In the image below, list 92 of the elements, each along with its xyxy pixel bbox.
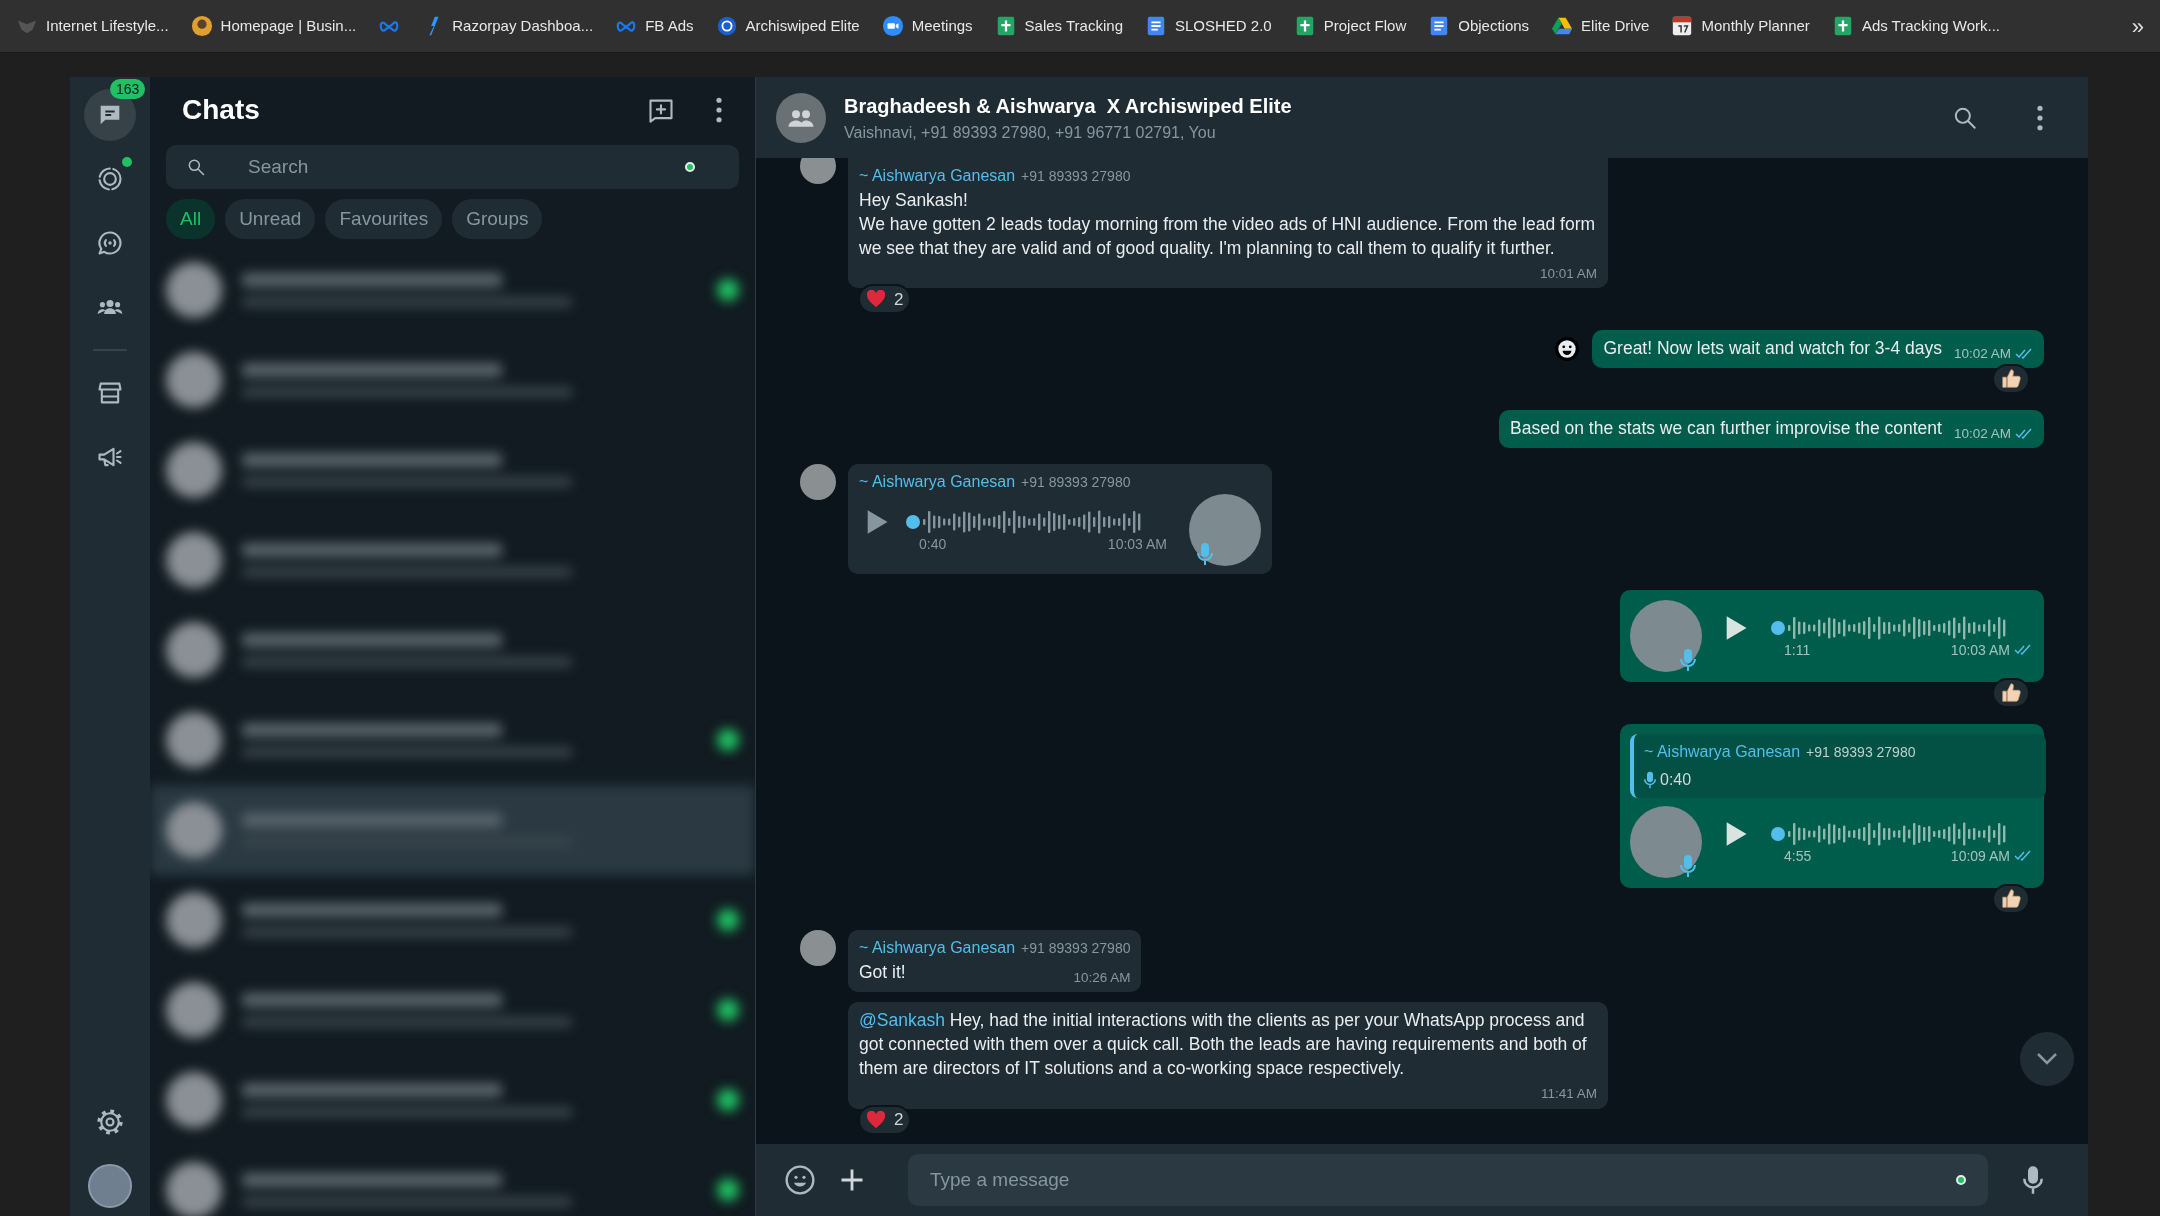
microphone-icon xyxy=(1644,771,1656,790)
search-icon xyxy=(186,157,206,177)
message-text: Hey Sankash! We have gotten 2 leads today morning from the video ads of HNI audience. From the lead form we see that they are valid and of good quality. I'm planning to call them to qualify it further. xyxy=(859,189,1597,260)
message-bubble[interactable]: Great! Now lets wait and watch for 3-4 days 10:02 AM xyxy=(1592,330,2044,369)
filter-chip[interactable]: Favourites xyxy=(325,199,443,239)
group-avatar[interactable] xyxy=(776,92,826,143)
mention-link[interactable]: @Sankash xyxy=(859,1010,945,1031)
emoji-icon[interactable] xyxy=(784,1164,816,1196)
menu-icon[interactable] xyxy=(2036,104,2044,131)
bookmark[interactable]: Ads Tracking Work... xyxy=(1831,14,2000,38)
bookmark[interactable]: Objections xyxy=(1428,14,1530,38)
bookmark[interactable]: SLOSHED 2.0 xyxy=(1145,14,1272,38)
message-time: 10:02 AM xyxy=(1953,345,2011,363)
voice-duration: 1:11 xyxy=(1784,640,1811,660)
message-bubble[interactable]: ~ Aishwarya Ganesan +91 89393 27980 0:40 10:03 AM xyxy=(848,464,1272,575)
calendar-icon xyxy=(1671,15,1694,37)
message-time: 10:03 AM xyxy=(1950,640,2010,660)
message-text: Great! Now lets wait and watch for 3-4 days xyxy=(1603,337,1942,361)
quoted-voice-duration: 0:40 xyxy=(1660,770,1692,791)
message-bubble[interactable]: Based on the stats we can further improvise the content 10:02 AM xyxy=(1499,410,2044,449)
sender-name: ~ Aishwarya Ganesan xyxy=(1644,742,1801,763)
message-time: 10:26 AM xyxy=(1073,969,1131,987)
heart-icon xyxy=(866,290,886,309)
message-time: 10:01 AM xyxy=(1539,265,1597,283)
voice-duration: 4:55 xyxy=(1784,846,1812,866)
sender-avatar[interactable] xyxy=(800,158,836,184)
message-text: @Sankash Hey, had the initial interactions with the clients as per your WhatsApp process and got connected with them over a quick call. Both the leads are having requirements and both of them are directors of IT solutions and a co-working space respectively. xyxy=(859,1009,1588,1081)
settings-icon xyxy=(96,1108,124,1136)
reaction-pill[interactable]: 2 xyxy=(858,284,912,315)
menu-icon[interactable] xyxy=(715,97,723,123)
triangle-icon xyxy=(1551,15,1574,37)
microphone-icon xyxy=(1680,648,1696,673)
sender-name[interactable]: ~ Aishwarya Ganesan xyxy=(859,164,1016,188)
microphone-icon xyxy=(1197,542,1213,567)
chevron-down-icon xyxy=(2036,1052,2058,1066)
blurred-chat-row[interactable] xyxy=(150,785,755,875)
search-field[interactable]: Search xyxy=(166,145,739,189)
reaction-pill[interactable]: 2 xyxy=(858,1104,912,1135)
chat-title[interactable]: Braghadeesh & Aishwarya X Archiswiped Elite xyxy=(844,90,1292,121)
filter-chip[interactable]: Groups xyxy=(452,199,543,239)
message-time: 10:02 AM xyxy=(1953,425,2011,443)
message-time: 10:09 AM xyxy=(1950,846,2010,866)
message-bubble[interactable] xyxy=(848,1002,1608,1109)
message-time: 11:41 AM xyxy=(1540,1085,1597,1104)
avatar-icon xyxy=(190,15,213,37)
thumbs-up-icon xyxy=(2000,888,2022,911)
message-text: Based on the stats we can further improvise the content xyxy=(1510,417,1942,441)
bookmark[interactable]: Elite Drive xyxy=(1551,14,1650,38)
sender-phone: +91 89393 27980 xyxy=(1021,939,1131,959)
profile-avatar[interactable] xyxy=(88,1164,132,1208)
heart-icon xyxy=(866,1110,886,1129)
microphone-icon xyxy=(1680,854,1696,879)
video-icon xyxy=(881,15,904,37)
bookmark[interactable]: Monthly Planner xyxy=(1671,14,1810,38)
sender-name[interactable]: ~ Aishwarya Ganesan xyxy=(859,470,1016,495)
message-input-field[interactable]: Type a message xyxy=(908,1154,1988,1206)
bookmark[interactable]: Sales Tracking xyxy=(994,14,1123,38)
unread-count-badge: 163 xyxy=(110,79,146,99)
thumbs-up-icon xyxy=(2000,368,2022,391)
sender-phone: +91 89393 27980 xyxy=(1021,473,1131,493)
sender-avatar[interactable] xyxy=(800,464,836,501)
bookmark[interactable]: FB Ads xyxy=(615,14,694,38)
document-icon xyxy=(1145,15,1167,37)
thumbs-up-icon xyxy=(2000,682,2022,705)
bookmark[interactable]: Meetings xyxy=(881,14,973,38)
message-text: Got it! xyxy=(859,961,906,985)
voice-duration: 0:40 xyxy=(919,534,947,554)
filter-chip[interactable]: Unread xyxy=(225,199,316,239)
status-icon xyxy=(96,165,124,193)
channels-icon xyxy=(96,229,124,257)
message-bubble[interactable]: ~ Aishwarya Ganesan +91 89393 27980 0:40 4:55 10:09 AM xyxy=(1620,724,2044,889)
sender-phone: +91 89393 27980 xyxy=(1021,167,1131,186)
message-bubble[interactable]: 1:11 10:03 AM xyxy=(1620,590,2044,683)
message-bubble[interactable]: ~ Aishwarya Ganesan +91 89393 27980 Got it! 10:26 AM xyxy=(848,930,1142,993)
bookmark[interactable]: Project Flow xyxy=(1293,14,1407,38)
message-time: 10:03 AM xyxy=(1107,534,1167,554)
sender-avatar[interactable] xyxy=(800,930,836,967)
sender-phone: +91 89393 27980 xyxy=(1806,743,1916,763)
message-bubble[interactable] xyxy=(848,158,1608,289)
bookmark[interactable]: Internet Lifestyle... xyxy=(16,14,169,38)
sender-name[interactable]: ~ Aishwarya Ganesan xyxy=(859,936,1016,961)
bookmark[interactable]: Razorpay Dashboa... xyxy=(422,14,594,38)
chats-title: Chats xyxy=(182,93,260,127)
bookmarks-overflow-button[interactable]: » xyxy=(2131,9,2144,43)
bookmark[interactable]: Archiswiped Elite xyxy=(715,14,860,38)
participants-list: Vaishnavi, +91 89393 27980, +91 96771 02791, You xyxy=(844,120,1292,145)
react-emoji-button[interactable] xyxy=(1554,336,1581,363)
ring-icon xyxy=(715,15,738,37)
quoted-message[interactable]: ~ Aishwarya Ganesan +91 89393 27980 0:40 xyxy=(1630,734,2046,799)
filter-chip[interactable]: All xyxy=(166,199,216,239)
microphone-icon[interactable] xyxy=(2022,1165,2044,1195)
bookmark[interactable]: Homepage | Busin... xyxy=(190,14,357,38)
